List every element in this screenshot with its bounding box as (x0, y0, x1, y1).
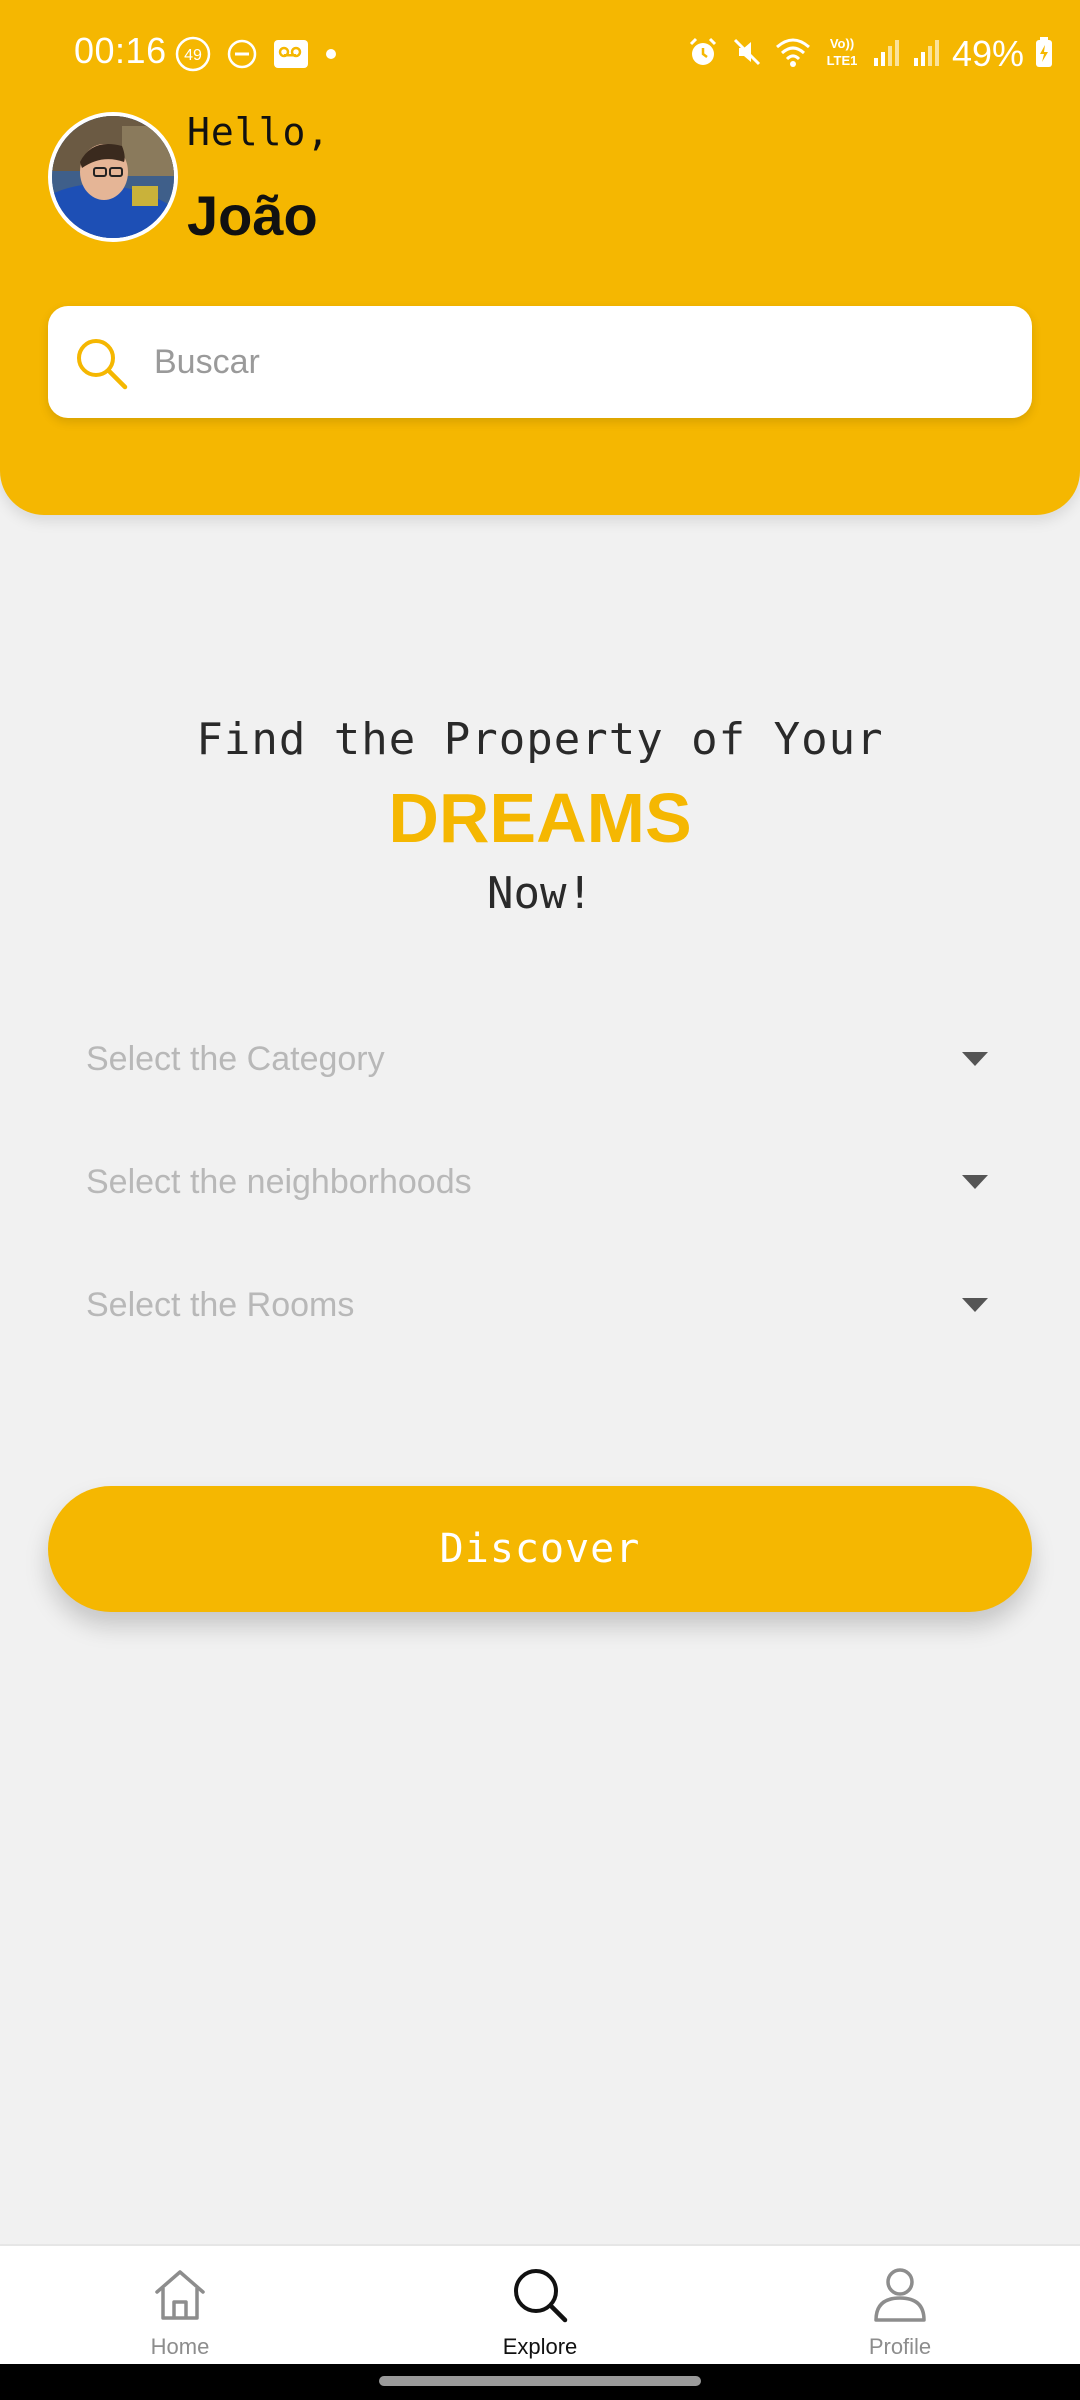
rooms-select[interactable]: Select the Rooms (86, 1265, 994, 1345)
dot-icon (324, 47, 338, 66)
greeting-text: Hello, (187, 110, 331, 154)
dropdown-arrow-icon (962, 1298, 988, 1312)
nav-item-home[interactable]: Home (80, 2246, 280, 2366)
dropdown-arrow-icon (962, 1052, 988, 1066)
search-input[interactable] (154, 332, 994, 392)
search-icon[interactable] (74, 336, 130, 392)
nav-item-explore[interactable]: Explore (440, 2246, 640, 2366)
system-gesture-bar (0, 2364, 1080, 2400)
discover-button[interactable]: Discover (48, 1486, 1032, 1612)
home-icon (155, 2270, 205, 2320)
search-icon (514, 2269, 568, 2323)
status-bar: 00:16 49 Vo)) LTE1 49% (0, 0, 1080, 110)
header: 00:16 49 Vo)) LTE1 49% Hello, João Busca… (0, 0, 1080, 515)
nav-label-explore: Explore (502, 2334, 578, 2359)
nav-label-home: Home (150, 2334, 210, 2359)
neighborhoods-select-label: Select the neighborhoods (86, 1162, 472, 1201)
battery-charging-icon (1034, 35, 1054, 74)
wifi-icon (774, 35, 812, 74)
rooms-select-label: Select the Rooms (86, 1285, 355, 1324)
category-select-label: Select the Category (86, 1039, 385, 1078)
home-gesture-handle[interactable] (379, 2376, 701, 2386)
do-not-disturb-icon (226, 38, 258, 75)
signal-icon-1 (872, 36, 902, 73)
user-name: João (187, 184, 318, 247)
category-select[interactable]: Select the Category (86, 1019, 994, 1099)
avatar-photo (52, 116, 174, 238)
alarm-icon (686, 35, 720, 74)
svg-text:LTE1: LTE1 (827, 53, 858, 68)
person-icon (874, 2268, 926, 2322)
volte-icon: Vo)) LTE1 (822, 34, 862, 75)
neighborhoods-select[interactable]: Select the neighborhoods (86, 1142, 994, 1222)
hero-highlight: DREAMS (388, 779, 692, 857)
signal-icon-2 (912, 36, 942, 73)
voicemail-icon (272, 37, 310, 76)
bottom-navigation: Home Explore Profile (0, 2244, 1080, 2364)
battery-percentage: 49% (951, 33, 1024, 74)
status-time: 00:16 (74, 30, 167, 71)
nav-label-profile: Profile (868, 2334, 932, 2359)
svg-text:Vo)): Vo)) (830, 36, 854, 51)
dropdown-arrow-icon (962, 1175, 988, 1189)
avatar[interactable] (48, 112, 178, 242)
notification-count-icon: 49 (174, 35, 212, 78)
status-right-icons: Vo)) LTE1 49% (686, 32, 1054, 76)
search-bar[interactable] (48, 306, 1032, 418)
status-left-icons: 49 (174, 36, 338, 76)
hero-heading-line1: Find the Property of Your (196, 714, 884, 765)
svg-text:49: 49 (184, 47, 202, 64)
mute-icon (730, 35, 764, 74)
hero-heading-line3: Now! (487, 868, 593, 919)
nav-item-profile[interactable]: Profile (800, 2246, 1000, 2366)
